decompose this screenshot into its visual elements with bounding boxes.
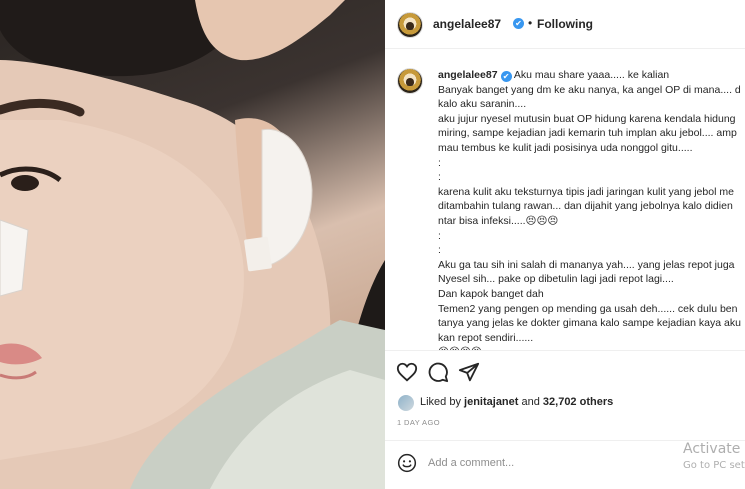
- post-panel: angelalee87 ✔ • Following angelalee87 ✔ A…: [385, 0, 745, 489]
- likes-count-link[interactable]: 32,702 others: [543, 396, 613, 408]
- caption-line: :: [438, 229, 441, 242]
- caption-line: mau tembus ke kulit jadi posisinya uda n…: [438, 141, 693, 154]
- comment-icon[interactable]: [427, 361, 449, 383]
- caption-line: kalo aku saranin....: [438, 98, 527, 111]
- post-timestamp[interactable]: 1 DAY AGO: [397, 418, 440, 427]
- caption-line: Dan kapok banget dah: [438, 287, 544, 300]
- caption-line: :: [438, 171, 441, 184]
- verified-badge-icon: ✔: [500, 71, 512, 82]
- following-button[interactable]: Following: [537, 17, 593, 31]
- caption-line: :: [438, 244, 441, 257]
- caption-line: Temen2 yang pengen op mending ga usah de…: [438, 302, 738, 315]
- caption-line: tanya yang jelas ke dokter gimana kalo s…: [438, 317, 741, 330]
- comment-input[interactable]: [428, 454, 658, 472]
- caption-line: Nyesel sih... pake op dibetulin lagi jad…: [438, 273, 674, 286]
- share-icon[interactable]: [458, 361, 480, 383]
- caption-line: kan repot sendiri......: [438, 331, 534, 344]
- caption-line: :: [438, 156, 441, 169]
- caption-line: ntar bisa infeksi.....😣😣😣: [438, 214, 559, 227]
- emoji-icon[interactable]: [397, 453, 417, 473]
- author-username[interactable]: angelalee87: [433, 17, 501, 31]
- heart-icon[interactable]: [396, 361, 418, 383]
- verified-badge-icon: ✔: [513, 18, 524, 29]
- separator-dot: •: [528, 16, 533, 30]
- caption-line: karena kulit aku teksturnya tipis jadi j…: [438, 185, 734, 198]
- liker-username[interactable]: jenitajanet: [464, 396, 518, 408]
- activation-watermark: Activate W Go to PC set: [683, 441, 745, 471]
- caption-line: angelalee87 ✔ Aku mau share yaaa..... ke …: [438, 69, 670, 82]
- post-photo[interactable]: [0, 0, 385, 489]
- caption-line: ditambahin tulang rawan... dan dijahit y…: [438, 200, 733, 213]
- caption-line: Banyak banget yang dm ke aku nanya, ka a…: [438, 83, 741, 96]
- caption-text: angelalee87 ✔ Aku mau share yaaa..... ke …: [438, 68, 745, 350]
- caption-line: miring, sampe kejadian jadi kemarin tuh …: [438, 127, 737, 140]
- caption-author-avatar[interactable]: [397, 68, 423, 94]
- caption-scroll-area[interactable]: angelalee87 ✔ Aku mau share yaaa..... ke …: [385, 58, 745, 350]
- caption-line: aku jujur nyesel mutusin buat OP hidung …: [438, 112, 736, 125]
- caption-line: Aku ga tau sih ini salah di mananya yah.…: [438, 258, 735, 271]
- post-photo-illustration: [0, 0, 385, 489]
- author-avatar[interactable]: [397, 12, 423, 38]
- post-actions: [385, 350, 745, 390]
- liker-avatar[interactable]: [398, 395, 414, 411]
- caption-username[interactable]: angelalee87: [438, 69, 498, 81]
- post-header: angelalee87 ✔ • Following: [385, 0, 745, 49]
